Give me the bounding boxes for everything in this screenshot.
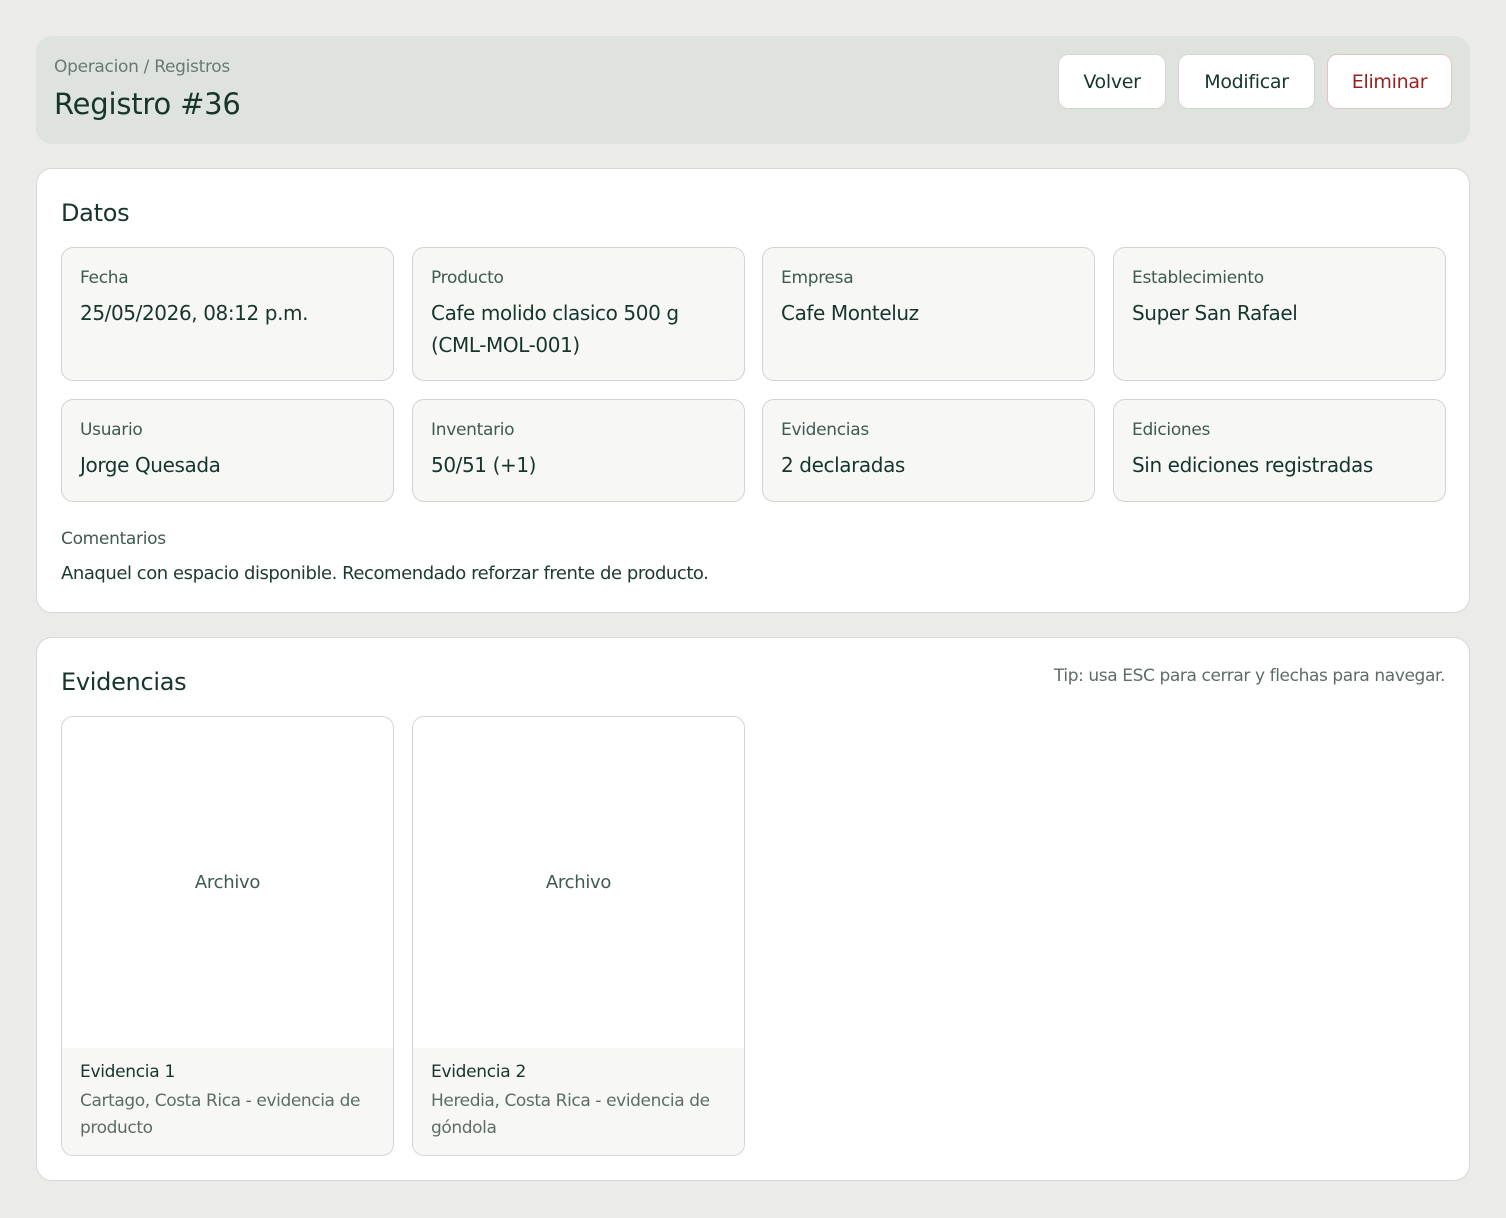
datos-card: Datos Fecha 25/05/2026, 08:12 p.m. Produ… <box>36 168 1470 613</box>
field-ediciones: Ediciones Sin ediciones registradas <box>1113 399 1446 502</box>
field-empresa: Empresa Cafe Monteluz <box>762 247 1095 381</box>
page-title: Registro #36 <box>54 87 241 121</box>
field-label: Usuario <box>80 420 143 440</box>
evidence-title: Evidencia 2 <box>431 1062 526 1082</box>
edit-button[interactable]: Modificar <box>1178 54 1315 109</box>
breadcrumb: Operacion / Registros <box>54 57 230 77</box>
keyboard-tip: Tip: usa ESC para cerrar y flechas para … <box>1053 666 1445 686</box>
field-fecha: Fecha 25/05/2026, 08:12 p.m. <box>61 247 394 381</box>
field-evidencias: Evidencias 2 declaradas <box>762 399 1095 502</box>
evidence-description: Heredia, Costa Rica - evidencia de góndo… <box>431 1091 710 1138</box>
field-value: Cafe molido clasico 500 g (CML-MOL-001) <box>431 301 679 357</box>
field-value: Cafe Monteluz <box>781 301 919 325</box>
field-value: Jorge Quesada <box>80 453 221 477</box>
evidencias-card: Evidencias Tip: usa ESC para cerrar y fl… <box>36 637 1470 1181</box>
field-producto: Producto Cafe molido clasico 500 g (CML-… <box>412 247 745 381</box>
field-usuario: Usuario Jorge Quesada <box>61 399 394 502</box>
evidence-thumbnail[interactable]: Archivo <box>413 717 744 1048</box>
evidence-caption: Evidencia 2 Heredia, Costa Rica - eviden… <box>413 1048 744 1155</box>
field-value: 25/05/2026, 08:12 p.m. <box>80 301 309 325</box>
evidence-card-1[interactable]: Archivo Evidencia 1 Cartago, Costa Rica … <box>61 716 394 1156</box>
field-label: Producto <box>431 268 504 288</box>
field-label: Empresa <box>781 268 854 288</box>
evidence-thumbnail[interactable]: Archivo <box>62 717 393 1048</box>
field-establecimiento: Establecimiento Super San Rafael <box>1113 247 1446 381</box>
evidence-title: Evidencia 1 <box>80 1062 175 1082</box>
evidencias-title: Evidencias <box>61 668 187 696</box>
field-label: Evidencias <box>781 420 869 440</box>
evidence-card-2[interactable]: Archivo Evidencia 2 Heredia, Costa Rica … <box>412 716 745 1156</box>
datos-title: Datos <box>61 199 130 227</box>
page-header: Operacion / Registros Registro #36 Volve… <box>36 36 1470 144</box>
field-value: Sin ediciones registradas <box>1132 453 1373 477</box>
field-inventario: Inventario 50/51 (+1) <box>412 399 745 502</box>
field-value: 2 declaradas <box>781 453 905 477</box>
field-label: Fecha <box>80 268 129 288</box>
field-label: Inventario <box>431 420 515 440</box>
comments-label: Comentarios <box>61 529 166 549</box>
field-label: Establecimiento <box>1132 268 1264 288</box>
delete-button[interactable]: Eliminar <box>1327 54 1452 109</box>
evidence-caption: Evidencia 1 Cartago, Costa Rica - eviden… <box>62 1048 393 1155</box>
field-value: 50/51 (+1) <box>431 453 537 477</box>
back-button[interactable]: Volver <box>1058 54 1166 109</box>
field-label: Ediciones <box>1132 420 1211 440</box>
evidence-description: Cartago, Costa Rica - evidencia de produ… <box>80 1091 361 1138</box>
field-value: Super San Rafael <box>1132 301 1298 325</box>
comments-text: Anaquel con espacio disponible. Recomend… <box>61 563 709 584</box>
